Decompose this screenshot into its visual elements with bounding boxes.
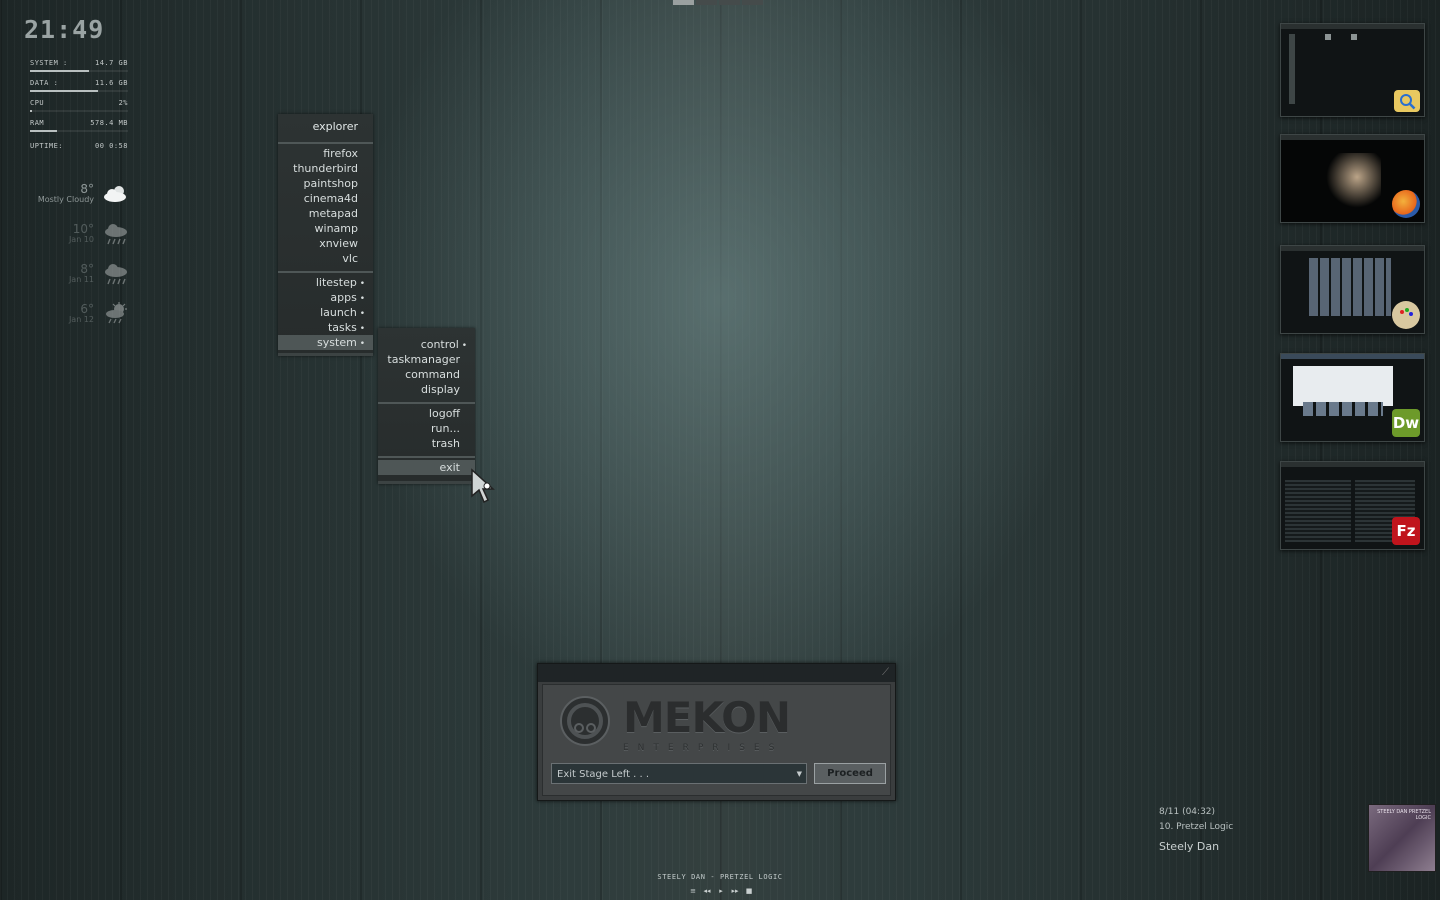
previous-icon[interactable]: ◂◂ xyxy=(703,887,711,895)
stat-system-bar xyxy=(30,70,128,72)
album-cover: STEELY DAN PRETZEL LOGIC xyxy=(1368,804,1436,872)
stat-cpu-bar xyxy=(30,110,128,112)
rain-cloud-icon xyxy=(105,264,127,285)
menu-item-explorer[interactable]: explorer xyxy=(278,114,373,140)
filezilla-icon: Fz xyxy=(1392,517,1420,545)
clock: 21:49 xyxy=(24,15,105,44)
desktop-4[interactable] xyxy=(742,0,763,5)
player-controls: ≡ ◂◂ ▸ ▸▸ ■ xyxy=(689,887,753,895)
menu-item-metapad[interactable]: metapad xyxy=(278,206,373,221)
task-thumbnail-explorer[interactable] xyxy=(1280,23,1425,117)
menu-item-launch[interactable]: launch xyxy=(278,305,373,320)
menu-item-system[interactable]: system xyxy=(278,335,373,350)
stat-ram-bar xyxy=(30,130,128,132)
play-icon[interactable]: ▸ xyxy=(717,887,725,895)
weather-forecast-2: 8° Jan 11 xyxy=(30,262,132,298)
menu-item-taskmanager[interactable]: taskmanager xyxy=(378,352,475,367)
litestep-popup-menu: explorer firefox thunderbird paintshop c… xyxy=(278,114,373,356)
proceed-button[interactable]: Proceed xyxy=(814,763,886,784)
playlist-icon[interactable]: ≡ xyxy=(689,887,697,895)
desktop-3[interactable] xyxy=(719,0,740,5)
desktop-pager[interactable] xyxy=(673,0,763,5)
menu-item-apps[interactable]: apps xyxy=(278,290,373,305)
task-thumbnail-firefox[interactable] xyxy=(1280,134,1425,223)
mekon-logo-icon xyxy=(560,696,610,746)
system-submenu: control taskmanager command display logo… xyxy=(378,328,475,484)
menu-item-control[interactable]: control xyxy=(378,337,475,352)
exit-option-value: Exit Stage Left . . . xyxy=(557,769,650,780)
menu-item-run[interactable]: run... xyxy=(378,421,475,436)
menu-item-xnview[interactable]: xnview xyxy=(278,236,373,251)
track-ticker: STEELY DAN - PRETZEL LOGIC xyxy=(657,873,783,881)
weather-today: 8° Mostly Cloudy xyxy=(30,182,132,218)
menu-item-tasks[interactable]: tasks xyxy=(278,320,373,335)
logo-wordmark: MEKON xyxy=(623,693,791,742)
menu-item-exit[interactable]: exit xyxy=(378,460,475,475)
artist-name: Steely Dan xyxy=(1159,840,1220,853)
logo-subtitle: ENTERPRISES xyxy=(623,743,784,753)
menu-item-thunderbird[interactable]: thunderbird xyxy=(278,161,373,176)
task-thumbnail-filezilla[interactable]: Fz xyxy=(1280,461,1425,550)
weather-forecast-3: 6° Jan 12 xyxy=(30,302,132,338)
chevron-down-icon: ▼ xyxy=(796,770,802,778)
menu-item-vlc[interactable]: vlc xyxy=(278,251,373,266)
cloud-sun-icon xyxy=(104,186,126,202)
exit-option-select[interactable]: Exit Stage Left . . . ▼ xyxy=(551,763,807,784)
menu-item-litestep[interactable]: litestep xyxy=(278,275,373,290)
weather-forecast-1: 10° Jan 10 xyxy=(30,222,132,258)
desktop-1[interactable] xyxy=(673,0,694,5)
menu-divider xyxy=(378,402,475,404)
menu-item-command[interactable]: command xyxy=(378,367,475,382)
task-thumbnail-paintshop[interactable] xyxy=(1280,245,1425,334)
folder-search-icon xyxy=(1394,90,1420,112)
menu-divider xyxy=(278,142,373,144)
album-cover-text: STEELY DAN PRETZEL LOGIC xyxy=(1377,809,1431,821)
dw-icon: Dw xyxy=(1392,409,1420,437)
stop-icon[interactable]: ■ xyxy=(745,887,753,895)
dialog-titlebar[interactable] xyxy=(538,664,895,682)
stat-data-bar xyxy=(30,90,128,92)
menu-item-display[interactable]: display xyxy=(378,382,475,397)
menu-divider xyxy=(378,456,475,458)
menu-item-logoff[interactable]: logoff xyxy=(378,406,475,421)
track-title: 10. Pretzel Logic xyxy=(1159,822,1234,832)
next-icon[interactable]: ▸▸ xyxy=(731,887,739,895)
task-thumbnail-dreamweaver[interactable]: Dw xyxy=(1280,353,1425,442)
paint-palette-icon xyxy=(1392,301,1420,329)
desktop-2[interactable] xyxy=(696,0,717,5)
menu-item-cinema4d[interactable]: cinema4d xyxy=(278,191,373,206)
sun-rain-icon xyxy=(106,302,127,324)
menu-item-winamp[interactable]: winamp xyxy=(278,221,373,236)
exit-dialog: ⟋ MEKON ENTERPRISES Exit Stage Left . . … xyxy=(537,663,896,801)
menu-item-trash[interactable]: trash xyxy=(378,436,475,451)
menu-item-paintshop[interactable]: paintshop xyxy=(278,176,373,191)
menu-divider xyxy=(278,271,373,273)
now-playing-info: 8/11 (04:32) 10. Pretzel Logic Steely Da… xyxy=(1159,806,1359,855)
menu-item-firefox[interactable]: firefox xyxy=(278,146,373,161)
playlist-position: 8/11 (04:32) xyxy=(1159,807,1216,817)
firefox-icon xyxy=(1392,190,1420,218)
mouse-cursor-icon xyxy=(471,468,495,504)
pin-icon[interactable]: ⟋ xyxy=(882,667,889,678)
rain-cloud-icon xyxy=(105,224,127,245)
